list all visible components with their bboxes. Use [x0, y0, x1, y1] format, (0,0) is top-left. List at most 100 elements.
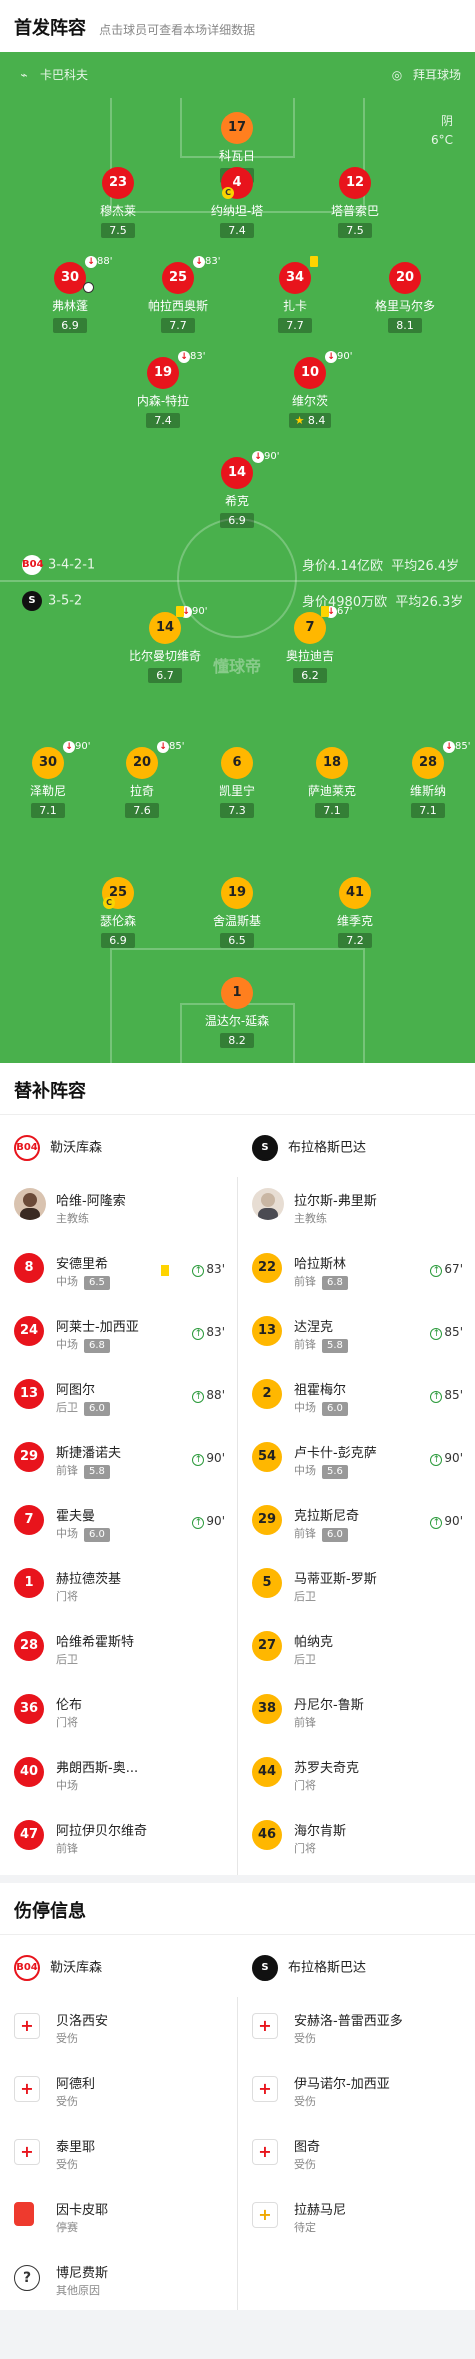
injury-row[interactable]: + 伊马诺尔-加西亚 受伤: [238, 2060, 475, 2123]
sub-row[interactable]: 1 赫拉德茨基 门将: [0, 1555, 237, 1618]
sub-row[interactable]: 36 伦布 门将: [0, 1681, 237, 1744]
player-14[interactable]: 30 ↓ 90' 泽勒尼 7.1: [3, 741, 93, 818]
sub-row[interactable]: 13 阿图尔 后卫 6.0 ↑ 88': [0, 1366, 237, 1429]
injury-player-name: 因卡皮耶: [56, 2203, 109, 2218]
player-18[interactable]: 28 ↓ 85' 维斯纳 7.1: [383, 741, 473, 818]
sub-row[interactable]: 29 克拉斯尼奇 前锋 6.0 ↑ 90': [238, 1492, 475, 1555]
sub-row[interactable]: 22 哈拉斯林 前锋 6.8 ↑ 67': [238, 1240, 475, 1303]
sub-row[interactable]: 2 祖霍梅尔 中场 6.0 ↑ 85': [238, 1366, 475, 1429]
away-venue-name: 拜耳球场: [412, 68, 461, 82]
injury-player-name: 博尼费斯: [56, 2266, 109, 2281]
sub-rating: 6.0: [322, 1528, 348, 1542]
player-19[interactable]: 25 C 瑟伦森 6.9: [73, 877, 163, 948]
player-22[interactable]: 1 温达尔-延森 8.2: [192, 977, 282, 1048]
sub-in-time: ↑ 88': [192, 1388, 225, 1403]
player-rating: 8.2: [220, 1033, 254, 1048]
away-team-summary: S 3-5-2 身价4980万欧 平均26.3岁: [22, 591, 463, 611]
player-8[interactable]: 20 格里马尔多 8.1: [360, 262, 450, 333]
sub-row[interactable]: 5 马蒂亚斯-罗斯 后卫: [238, 1555, 475, 1618]
player-name: 拉奇: [129, 784, 154, 798]
page-title: 首发阵容: [14, 18, 86, 39]
player-11[interactable]: 14 ↓ 90' 希克 6.9: [192, 451, 282, 528]
home-coach[interactable]: 哈维-阿隆索 主教练: [0, 1177, 237, 1240]
sub-number: 47: [14, 1820, 44, 1850]
sub-row[interactable]: 7 霍夫曼 中场 6.0 ↑ 90': [0, 1492, 237, 1555]
captain-icon: C: [222, 187, 234, 199]
sub-position: 后卫 6.0: [56, 1399, 110, 1416]
sub-name: 海尔肯斯: [294, 1824, 347, 1839]
player-7[interactable]: 34 扎卡 7.7: [250, 256, 340, 333]
sub-row[interactable]: 46 海尔肯斯 门将: [238, 1807, 475, 1870]
sub-name: 霍夫曼: [56, 1509, 96, 1524]
sub-row[interactable]: 47 阿拉伊贝尔维奇 前锋: [0, 1807, 237, 1870]
injury-row[interactable]: + 拉赫马尼 待定: [238, 2186, 475, 2249]
player-5[interactable]: 30 ↓ 88' 弗林蓬 6.9: [25, 256, 115, 333]
medical-kit-icon: +: [252, 2139, 278, 2165]
sub-row[interactable]: 13 达涅克 前锋 5.8 ↑ 85': [238, 1303, 475, 1366]
player-rating: 6.9: [53, 318, 87, 333]
player-20[interactable]: 19 舍温斯基 6.5: [192, 877, 282, 948]
injury-row[interactable]: + 阿德利 受伤: [0, 2060, 237, 2123]
player-2[interactable]: 23 穆杰莱 7.5: [73, 167, 163, 238]
sub-row[interactable]: 54 卢卡什-彭克萨 中场 5.6 ↑ 90': [238, 1429, 475, 1492]
injury-status: 受伤: [294, 2095, 316, 2108]
player-9[interactable]: 19 ↓ 83' 内森-特拉 7.4: [118, 351, 208, 428]
sub-row[interactable]: 29 斯捷潘诺夫 前锋 5.8 ↑ 90': [0, 1429, 237, 1492]
player-13[interactable]: 7 ↓ 67' 奥拉迪吉 6.2: [265, 606, 355, 683]
injury-row[interactable]: ? 博尼费斯 其他原因: [0, 2249, 237, 2312]
injury-row[interactable]: + 泰里耶 受伤: [0, 2123, 237, 2186]
injury-row[interactable]: + 图奇 受伤: [238, 2123, 475, 2186]
player-6[interactable]: 25 ↓ 83' 帕拉西奥斯 7.7: [133, 256, 223, 333]
sub-row[interactable]: 38 丹尼尔-鲁斯 前锋: [238, 1681, 475, 1744]
player-21[interactable]: 41 维季克 7.2: [310, 877, 400, 948]
sub-in-minute: 90': [444, 1451, 463, 1465]
player-16[interactable]: 6 凯里宁 7.3: [192, 747, 282, 818]
sub-rating: 5.8: [84, 1465, 110, 1479]
sub-off-marker: ↓ 90': [63, 741, 90, 753]
player-number: 41: [339, 877, 371, 909]
page-subtitle: 点击球员可查看本场详细数据: [99, 23, 256, 37]
sub-position: 门将: [56, 1588, 78, 1604]
sub-in-minute: 83': [206, 1262, 225, 1276]
sub-pos-text: 前锋: [294, 1716, 316, 1729]
player-12[interactable]: 14 ↓ 90' 比尔曼切维奇 6.7: [120, 606, 210, 683]
sub-row[interactable]: 40 弗朗西斯-奥... 中场: [0, 1744, 237, 1807]
away-coach[interactable]: 拉尔斯-弗里斯 主教练: [238, 1177, 475, 1240]
player-4[interactable]: 12 塔普索巴 7.5: [310, 167, 400, 238]
player-10[interactable]: 10 ↓ 90' 维尔茨 ★ 8.4: [265, 351, 355, 428]
sub-row[interactable]: 24 阿莱士-加西亚 中场 6.8 ↑ 83': [0, 1303, 237, 1366]
sub-row[interactable]: 8 安德里希 中场 6.5 ↑ 83': [0, 1240, 237, 1303]
sub-in-time: ↑ 90': [430, 1514, 463, 1529]
home-venue-name: 卡巴科夫: [40, 68, 89, 82]
sub-out-icon: ↓: [193, 256, 205, 268]
sub-position: 门将: [294, 1777, 316, 1793]
sub-in-minute: 88': [206, 1388, 225, 1402]
player-3[interactable]: 4 C 约纳坦-塔 7.4: [192, 167, 282, 238]
player-name: 帕拉西奥斯: [147, 299, 208, 313]
player-17[interactable]: 18 萨迪莱克 7.1: [287, 747, 377, 818]
rating-value: 6.9: [228, 514, 246, 527]
player-number: 28: [412, 747, 444, 779]
sub-number: 44: [252, 1757, 282, 1787]
sub-row[interactable]: 28 哈维希霍斯特 后卫: [0, 1618, 237, 1681]
sub-name: 斯捷潘诺夫: [56, 1446, 122, 1461]
sub-pos-text: 门将: [294, 1779, 316, 1792]
player-rating: 6.9: [101, 933, 135, 948]
sub-minute: 85': [455, 741, 471, 752]
sub-off-marker: ↓ 83': [193, 256, 220, 268]
home-team-summary: B04 3-4-2-1 身价4.14亿欧 平均26.4岁: [22, 555, 459, 575]
sub-row[interactable]: 27 帕纳克 后卫: [238, 1618, 475, 1681]
rating-value: 6.2: [301, 669, 319, 682]
leverkusen-badge-icon: B04: [14, 1955, 40, 1981]
sub-position: 前锋: [294, 1714, 316, 1730]
player-name: 瑟伦森: [99, 914, 136, 928]
injury-section: B04 勒沃库森 + 贝洛西安 受伤 + 阿德利 受伤 + 泰里耶 受伤 因卡皮耶 停赛? 博尼费斯 其他…: [0, 1935, 475, 2310]
injury-row[interactable]: 因卡皮耶 停赛: [0, 2186, 237, 2249]
injury-player-name: 伊马诺尔-加西亚: [294, 2077, 390, 2092]
medical-kit-icon: +: [14, 2013, 40, 2039]
sub-row[interactable]: 44 苏罗夫奇克 门将: [238, 1744, 475, 1807]
player-15[interactable]: 20 ↓ 85' 拉奇 7.6: [97, 741, 187, 818]
yellow-card-icon: [310, 256, 318, 267]
injury-row[interactable]: + 安赫洛-普雷西亚多 受伤: [238, 1997, 475, 2060]
injury-row[interactable]: + 贝洛西安 受伤: [0, 1997, 237, 2060]
